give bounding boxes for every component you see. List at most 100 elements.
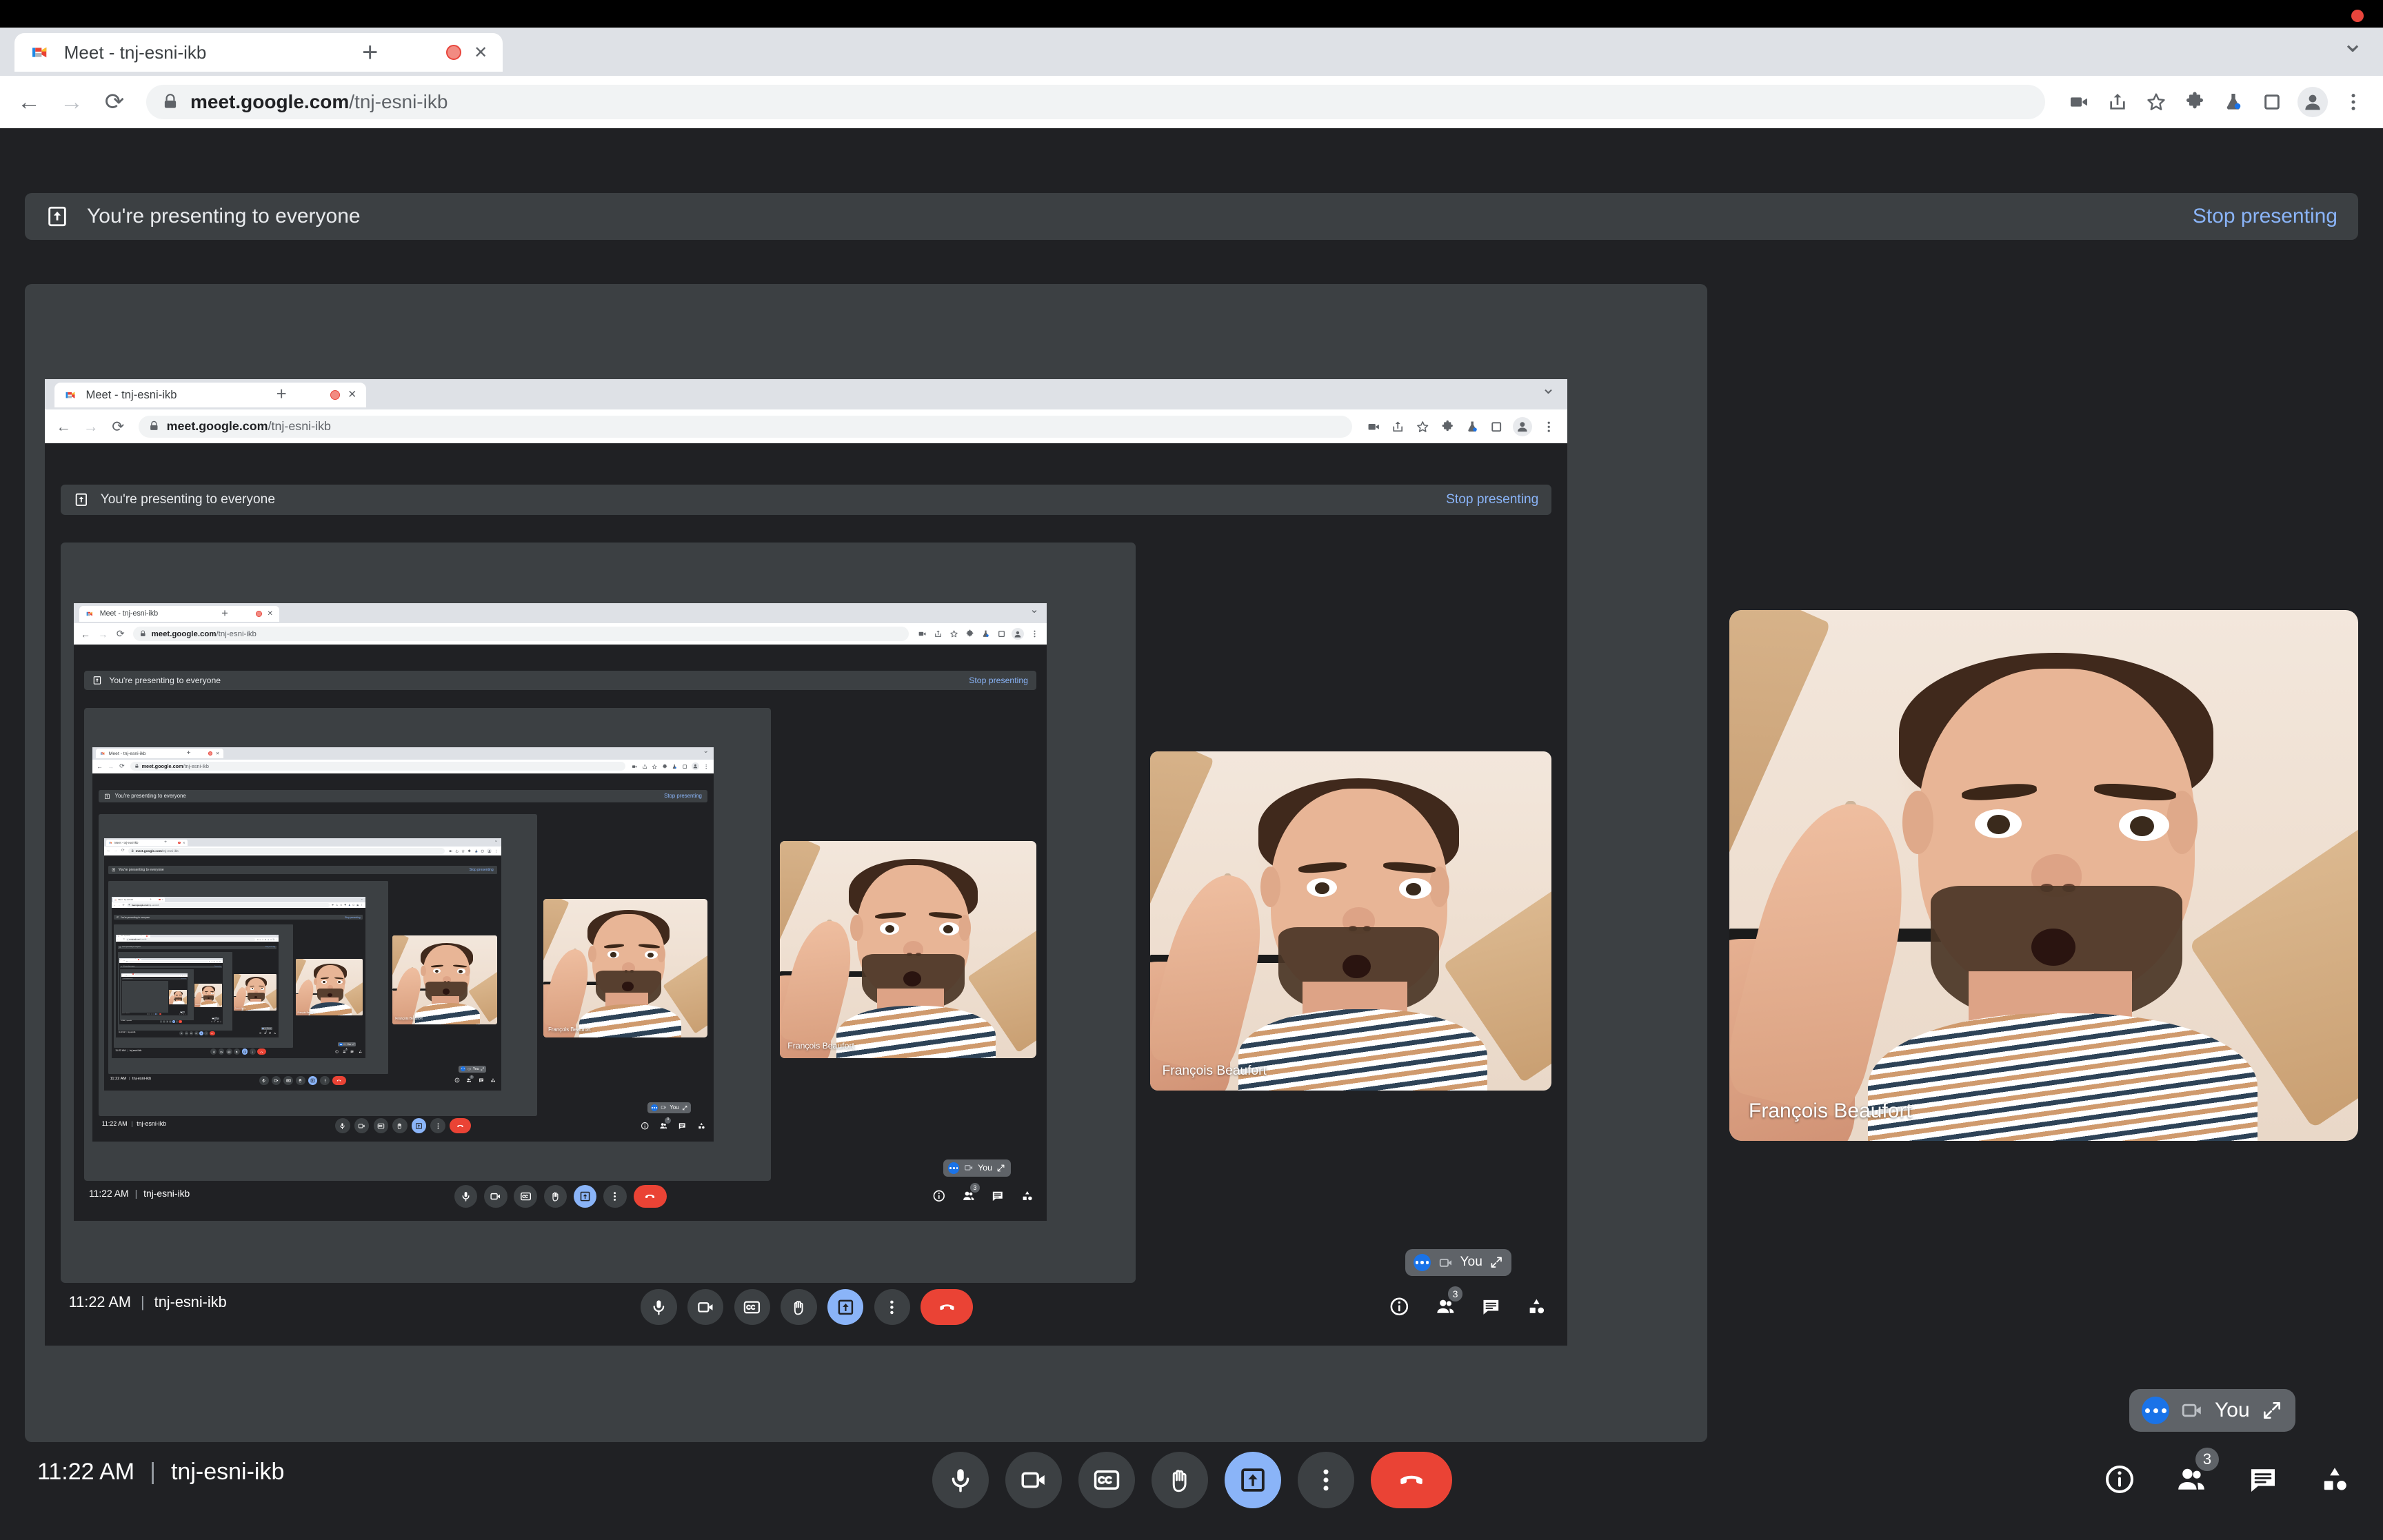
- reload-button[interactable]: ⟳: [102, 88, 127, 116]
- side-panel-icon[interactable]: [2259, 89, 2285, 115]
- expand-diagonal-icon[interactable]: [352, 1043, 354, 1046]
- address-bar[interactable]: meet.google.com/tnj-esni-ikb: [130, 762, 626, 771]
- star-bookmark-icon[interactable]: [949, 629, 960, 640]
- star-bookmark-icon[interactable]: [651, 763, 658, 770]
- chevron-down-icon[interactable]: ⌄: [703, 747, 709, 755]
- three-dots-blue-icon[interactable]: [1413, 1253, 1431, 1272]
- tab-recording-icon[interactable]: [145, 935, 148, 938]
- three-dot-menu-icon[interactable]: [275, 939, 277, 941]
- stop-presenting-link[interactable]: Stop presenting: [969, 676, 1028, 685]
- meeting-details-button[interactable]: [932, 1189, 946, 1204]
- side-panel-icon[interactable]: [996, 629, 1007, 640]
- raise-hand-button[interactable]: [295, 1075, 305, 1086]
- side-panel-icon[interactable]: [481, 849, 485, 853]
- raise-hand-button[interactable]: [234, 1048, 240, 1055]
- raise-hand-button[interactable]: [1152, 1452, 1208, 1508]
- leave-call-button[interactable]: [159, 1013, 162, 1015]
- self-view-pill-l4[interactable]: You: [647, 1102, 691, 1113]
- more-options-button[interactable]: [430, 1118, 445, 1133]
- three-dots-blue-icon[interactable]: [461, 1066, 465, 1072]
- microphone-button[interactable]: [159, 1020, 163, 1023]
- expand-diagonal-icon[interactable]: [481, 1067, 484, 1071]
- chevron-down-icon[interactable]: ⌄: [221, 958, 222, 960]
- back-button[interactable]: ←: [56, 418, 72, 436]
- meeting-details-button[interactable]: [210, 1020, 212, 1022]
- side-panel-icon[interactable]: [681, 763, 688, 770]
- camera-button[interactable]: [687, 1288, 724, 1326]
- participant-tile-l5[interactable]: François Beaufort: [392, 935, 497, 1024]
- expand-diagonal-icon[interactable]: [682, 1105, 687, 1111]
- leave-call-button[interactable]: [179, 1020, 183, 1023]
- microphone-button[interactable]: [454, 1184, 478, 1208]
- shared-screen-surface-l1[interactable]: Meet - tnj-esni-ikb ✕ + ⌄ ← → ⟳ meet.goo…: [25, 284, 1707, 1442]
- present-now-button[interactable]: [827, 1288, 864, 1326]
- tab-close-icon[interactable]: ✕: [148, 935, 149, 937]
- captions-button[interactable]: [283, 1075, 293, 1086]
- three-dots-blue-icon[interactable]: [261, 1027, 264, 1030]
- share-icon[interactable]: [454, 849, 459, 853]
- video-camera-icon[interactable]: [448, 849, 452, 853]
- raise-hand-button[interactable]: [543, 1184, 567, 1208]
- three-dot-menu-icon[interactable]: [1029, 629, 1040, 640]
- more-options-button[interactable]: [603, 1184, 627, 1208]
- expand-diagonal-icon[interactable]: [270, 1028, 272, 1029]
- labs-flask-icon[interactable]: [216, 961, 217, 962]
- activities-button[interactable]: [358, 1050, 362, 1054]
- stop-presenting-link[interactable]: Stop presenting: [2193, 205, 2337, 228]
- chat-button[interactable]: [990, 1189, 1005, 1204]
- shared-screen-surface-l3[interactable]: Meet - tnj-esni-ikb ✕ + ⌄ ← → ⟳ meet.goo…: [83, 708, 771, 1182]
- captions-button[interactable]: [373, 1118, 388, 1133]
- browser-tab-l2[interactable]: Meet - tnj-esni-ikb ✕: [54, 383, 367, 407]
- share-icon[interactable]: [210, 961, 212, 962]
- stop-presenting-link[interactable]: Stop presenting: [181, 979, 186, 980]
- video-camera-icon[interactable]: [1365, 418, 1382, 435]
- star-bookmark-icon[interactable]: [2143, 89, 2169, 115]
- stop-presenting-link[interactable]: Stop presenting: [664, 793, 702, 799]
- profile-avatar-icon[interactable]: [1513, 416, 1533, 436]
- participant-tile-l8[interactable]: François Beaufort: [194, 984, 222, 1007]
- leave-call-button[interactable]: [332, 1075, 346, 1086]
- people-button[interactable]: 3: [1434, 1286, 1463, 1318]
- chat-button[interactable]: [1480, 1295, 1502, 1318]
- extensions-puzzle-icon[interactable]: [965, 629, 976, 640]
- star-bookmark-icon[interactable]: [212, 961, 214, 962]
- chevron-down-icon[interactable]: ⌄: [1029, 605, 1038, 616]
- chevron-down-icon[interactable]: ⌄: [361, 897, 363, 900]
- back-button[interactable]: ←: [120, 961, 121, 962]
- shared-screen-surface-l9[interactable]: [121, 980, 169, 1013]
- self-view-pill-l1[interactable]: You: [2129, 1389, 2295, 1432]
- camera-button[interactable]: [218, 1048, 225, 1055]
- raise-hand-button[interactable]: [194, 1031, 199, 1035]
- reload-button[interactable]: ⟳: [121, 849, 125, 853]
- back-button[interactable]: ←: [107, 849, 111, 853]
- captions-button[interactable]: [734, 1288, 770, 1326]
- three-dot-menu-icon[interactable]: [2340, 89, 2366, 115]
- profile-avatar-icon[interactable]: [1012, 627, 1025, 640]
- camera-button[interactable]: [163, 1020, 165, 1023]
- three-dot-menu-icon[interactable]: [361, 904, 363, 906]
- camera-button[interactable]: [354, 1118, 370, 1133]
- share-icon[interactable]: [1389, 418, 1406, 435]
- activities-button[interactable]: [1020, 1189, 1034, 1204]
- shared-screen-surface-l5[interactable]: Meet - tnj-esni-ikb ✕ + ⌄ ← → ⟳ meet.goo…: [108, 881, 389, 1075]
- leave-call-button[interactable]: [209, 1031, 215, 1035]
- new-tab-button[interactable]: +: [150, 898, 151, 901]
- labs-flask-icon[interactable]: [1464, 418, 1480, 435]
- reload-button[interactable]: ⟳: [119, 762, 125, 770]
- forward-button[interactable]: →: [118, 904, 121, 906]
- captions-button[interactable]: [514, 1184, 537, 1208]
- three-dots-blue-icon[interactable]: [339, 1042, 343, 1046]
- stop-presenting-link[interactable]: Stop presenting: [1446, 492, 1538, 507]
- reload-button[interactable]: ⟳: [123, 938, 125, 940]
- extensions-puzzle-icon[interactable]: [467, 849, 472, 853]
- present-now-button[interactable]: [199, 1031, 203, 1035]
- camera-button[interactable]: [184, 1031, 189, 1035]
- self-view-pill-l2[interactable]: You: [1405, 1248, 1512, 1277]
- address-bar[interactable]: meet.google.com/tnj-esni-ikb: [127, 903, 330, 907]
- profile-avatar-icon[interactable]: [486, 848, 492, 854]
- captions-button[interactable]: [151, 1013, 153, 1015]
- present-now-button[interactable]: [154, 1013, 157, 1015]
- more-options-button[interactable]: [249, 1048, 256, 1055]
- three-dot-menu-icon[interactable]: [1540, 418, 1557, 435]
- present-now-button[interactable]: [308, 1075, 318, 1086]
